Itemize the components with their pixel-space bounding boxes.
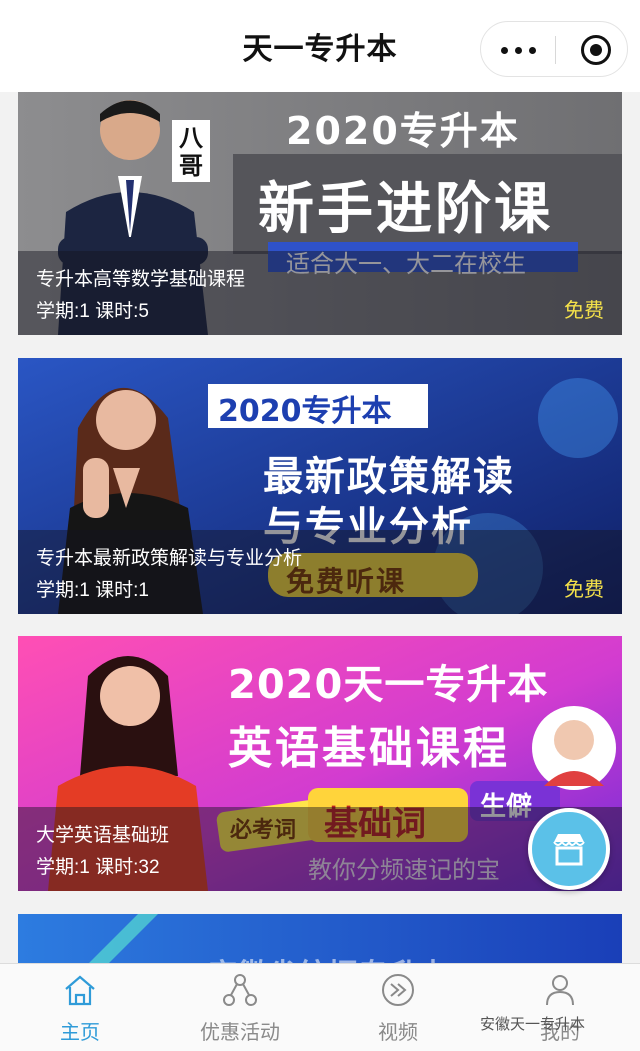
tab-label: 视频 bbox=[378, 1020, 418, 1044]
price-badge: 免费 bbox=[564, 577, 604, 601]
shop-floating-button[interactable] bbox=[528, 808, 610, 890]
user-icon bbox=[546, 975, 574, 1006]
dot-icon bbox=[529, 47, 536, 54]
banner-line1: 2020天一专升本 bbox=[228, 662, 549, 708]
tab-mine[interactable]: 我的 bbox=[500, 964, 620, 1051]
banner-year-title: 2020专升本 bbox=[218, 394, 392, 429]
close-target-icon[interactable] bbox=[581, 35, 611, 65]
course-meta: 学期:1 课时:32 bbox=[36, 857, 160, 878]
store-icon bbox=[553, 834, 585, 866]
tab-label: 优惠活动 bbox=[200, 1020, 280, 1044]
play-icon bbox=[382, 974, 414, 1006]
banner-year-title: 2020专升本 bbox=[286, 109, 520, 153]
nav-header: 天一专升本 bbox=[0, 0, 640, 92]
capsule-divider bbox=[555, 36, 556, 64]
share-icon bbox=[223, 974, 257, 1006]
dot-icon bbox=[501, 47, 508, 54]
tab-home[interactable]: 主页 bbox=[22, 964, 138, 1051]
banner-line2: 英语基础课程 bbox=[228, 723, 510, 774]
course-title: 大学英语基础班 bbox=[36, 825, 170, 846]
course-meta: 学期:1 课时:5 bbox=[36, 301, 149, 322]
wechat-watermark: 安徽天一专升本 bbox=[480, 1015, 586, 1033]
tab-promotions[interactable]: 优惠活动 bbox=[170, 964, 310, 1051]
home-icon bbox=[65, 975, 95, 1006]
dot-icon bbox=[515, 47, 522, 54]
more-options-button[interactable] bbox=[481, 22, 555, 78]
banner-headline: 新手进阶课 bbox=[258, 177, 553, 242]
tab-label: 主页 bbox=[60, 1020, 100, 1044]
price-badge: 免费 bbox=[564, 298, 604, 322]
bottom-tab-bar: 主页 优惠活动 视频 我的 安徽天一专升本 bbox=[0, 963, 640, 1051]
course-card[interactable]: 八哥 2020专升本 新手进阶课 适合大一、大二在校生 专升本高等数学基础课程 … bbox=[18, 92, 622, 335]
mini-program-capsule bbox=[480, 21, 628, 77]
course-title: 专升本高等数学基础课程 bbox=[36, 269, 246, 290]
course-card[interactable]: 2020专升本 最新政策解读 与专业分析 免费听课 专升本最新政策解读与专业分析… bbox=[18, 358, 622, 614]
banner-badge: 八哥 bbox=[179, 124, 203, 180]
course-title: 专升本最新政策解读与专业分析 bbox=[36, 548, 303, 569]
course-meta: 学期:1 课时:1 bbox=[36, 580, 149, 601]
tab-video[interactable]: 视频 bbox=[350, 964, 446, 1051]
